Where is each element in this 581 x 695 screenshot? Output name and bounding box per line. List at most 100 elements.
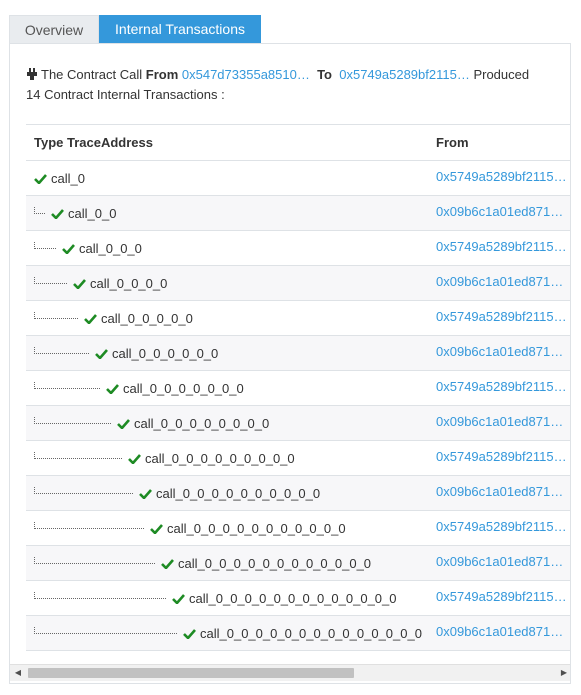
trace-label: call_0_0: [68, 205, 117, 221]
from-cell: 0x09b6c1a01ed871…: [428, 265, 570, 301]
trace-label: call_0_0_0_0_0_0_0_0_0_0_0: [167, 520, 346, 536]
trace-cell: call_0_0_0_0_0: [26, 300, 428, 336]
internal-transactions-table-wrap: Type TraceAddress From call_0 0x5749a5289…: [26, 124, 570, 651]
from-address-link[interactable]: 0x5749a5289bf2115…: [436, 309, 568, 324]
from-address-link[interactable]: 0x5749a5289bf2115…: [436, 169, 568, 184]
from-cell: 0x5749a5289bf2115…: [428, 440, 570, 476]
summary-text: The Contract Call From 0x547d73355a8510……: [26, 65, 556, 105]
table-row: call_0_0_0_0 0x09b6c1a01ed871…: [26, 265, 570, 301]
table-row: call_0_0_0_0_0_0_0_0_0_0_0_0 0x09b6c1a01e…: [26, 545, 570, 581]
from-address-link[interactable]: 0x09b6c1a01ed871…: [436, 624, 568, 639]
table-header-row: Type TraceAddress From: [26, 124, 570, 161]
tree-guide-line: [34, 206, 45, 214]
trace-label: call_0_0_0_0_0_0_0_0_0_0_0_0: [178, 555, 372, 571]
summary-suffix: Produced: [469, 67, 530, 82]
internal-transactions-panel: The Contract Call From 0x547d73355a8510……: [9, 43, 571, 684]
table-row: call_0_0 0x09b6c1a01ed871…: [26, 195, 570, 231]
from-address-link[interactable]: 0x5749a5289bf2115…: [436, 449, 568, 464]
tab-overview[interactable]: Overview: [9, 15, 99, 44]
tab-internal-transactions[interactable]: Internal Transactions: [99, 15, 261, 44]
check-icon: [34, 173, 47, 184]
tree-guide-line: [34, 451, 122, 459]
from-address-link[interactable]: 0x5749a5289bf2115…: [436, 589, 568, 604]
tab-bar: Overview Internal Transactions: [9, 15, 261, 44]
trace-cell: call_0_0_0_0_0_0_0_0: [26, 405, 428, 441]
trace-cell: call_0_0_0_0_0_0_0_0_0_0_0_0: [26, 545, 428, 581]
from-address-link[interactable]: 0x09b6c1a01ed871…: [436, 554, 568, 569]
from-address-link[interactable]: 0x09b6c1a01ed871…: [436, 274, 568, 289]
from-cell: 0x09b6c1a01ed871…: [428, 615, 570, 651]
from-address-link[interactable]: 0x09b6c1a01ed871…: [436, 484, 568, 499]
table-row: call_0_0_0_0_0_0_0_0_0_0_0_0_0 0x5749a528…: [26, 580, 570, 616]
table-row: call_0_0_0_0_0 0x5749a5289bf2115…: [26, 300, 570, 336]
trace-cell: call_0_0_0_0_0_0_0_0_0_0: [26, 475, 428, 511]
check-icon: [139, 488, 152, 499]
from-cell: 0x09b6c1a01ed871…: [428, 405, 570, 441]
trace-label: call_0_0_0_0_0_0_0_0_0_0_0_0_0: [189, 590, 397, 606]
trace-cell: call_0_0_0_0_0_0_0_0_0: [26, 440, 428, 476]
table-row: call_0_0_0_0_0_0_0_0_0 0x5749a5289bf2115…: [26, 440, 570, 476]
check-icon: [150, 523, 163, 534]
table-row: call_0 0x5749a5289bf2115…: [26, 160, 570, 196]
tree-guide-line: [34, 241, 56, 249]
check-icon: [117, 418, 130, 429]
scroll-left-arrow-icon[interactable]: ◀: [10, 665, 26, 681]
table-row: call_0_0_0_0_0_0_0_0_0_0 0x09b6c1a01ed871…: [26, 475, 570, 511]
check-icon: [106, 383, 119, 394]
trace-cell: call_0_0_0_0_0_0_0_0_0_0_0_0_0_0: [26, 615, 428, 651]
trace-cell: call_0_0_0_0_0_0: [26, 335, 428, 371]
summary-from-label: From: [145, 67, 179, 82]
table-row: call_0_0_0_0_0_0 0x09b6c1a01ed871…: [26, 335, 570, 371]
from-cell: 0x5749a5289bf2115…: [428, 300, 570, 336]
table-row: call_0_0_0_0_0_0_0_0 0x09b6c1a01ed871…: [26, 405, 570, 441]
horizontal-scrollbar[interactable]: ◀ ▶: [10, 664, 570, 681]
from-cell: 0x5749a5289bf2115…: [428, 510, 570, 546]
from-address-link[interactable]: 0x09b6c1a01ed871…: [436, 414, 568, 429]
check-icon: [73, 278, 86, 289]
scrollbar-thumb[interactable]: [28, 668, 354, 678]
check-icon: [95, 348, 108, 359]
tree-guide-line: [34, 626, 177, 634]
trace-label: call_0_0_0_0_0_0_0_0: [134, 415, 270, 431]
from-cell: 0x5749a5289bf2115…: [428, 160, 570, 196]
summary-to-label: To: [317, 67, 332, 82]
from-address-link[interactable]: 0x5749a5289bf2115…: [436, 239, 568, 254]
from-cell: 0x5749a5289bf2115…: [428, 370, 570, 406]
check-icon: [62, 243, 75, 254]
trace-label: call_0_0_0_0: [90, 275, 168, 291]
scroll-right-arrow-icon[interactable]: ▶: [556, 665, 570, 681]
trace-label: call_0_0_0_0_0_0_0_0_0_0_0_0_0_0: [200, 625, 422, 641]
trace-cell: call_0_0_0: [26, 230, 428, 266]
internal-transactions-table: Type TraceAddress From call_0 0x5749a5289…: [26, 124, 570, 651]
from-address-link[interactable]: 0x5749a5289bf2115…: [436, 379, 568, 394]
tree-guide-line: [34, 311, 78, 319]
tree-guide-line: [34, 521, 144, 529]
trace-cell: call_0_0_0_0: [26, 265, 428, 301]
from-address-link[interactable]: 0x09b6c1a01ed871…: [436, 344, 568, 359]
from-address-link[interactable]: 0x5749a5289bf2115…: [436, 519, 568, 534]
table-row: call_0_0_0_0_0_0_0_0_0_0_0 0x5749a5289bf2…: [26, 510, 570, 546]
check-icon: [128, 453, 141, 464]
trace-cell: call_0_0_0_0_0_0_0: [26, 370, 428, 406]
table-row: call_0_0_0_0_0_0_0 0x5749a5289bf2115…: [26, 370, 570, 406]
summary-count: 14 Contract Internal Transactions :: [26, 87, 225, 102]
table-row: call_0_0_0_0_0_0_0_0_0_0_0_0_0_0 0x09b6c1…: [26, 615, 570, 651]
summary-to-address-link[interactable]: 0x5749a5289bf2115…: [339, 67, 470, 82]
from-cell: 0x09b6c1a01ed871…: [428, 195, 570, 231]
from-cell: 0x09b6c1a01ed871…: [428, 475, 570, 511]
tree-guide-line: [34, 381, 100, 389]
plug-icon: [27, 68, 37, 80]
tree-guide-line: [34, 486, 133, 494]
trace-cell: call_0_0_0_0_0_0_0_0_0_0_0_0_0: [26, 580, 428, 616]
trace-label: call_0_0_0: [79, 240, 142, 256]
tree-guide-line: [34, 556, 155, 564]
from-cell: 0x09b6c1a01ed871…: [428, 335, 570, 371]
trace-label: call_0_0_0_0_0: [101, 310, 193, 326]
summary-from-address-link[interactable]: 0x547d73355a8510…: [182, 67, 310, 82]
trace-label: call_0: [51, 170, 85, 186]
header-type-trace: Type TraceAddress: [26, 124, 428, 161]
from-address-link[interactable]: 0x09b6c1a01ed871…: [436, 204, 568, 219]
table-body: call_0 0x5749a5289bf2115… call_0_0 0x09b6c1…: [26, 160, 570, 651]
check-icon: [183, 628, 196, 639]
from-cell: 0x5749a5289bf2115…: [428, 230, 570, 266]
